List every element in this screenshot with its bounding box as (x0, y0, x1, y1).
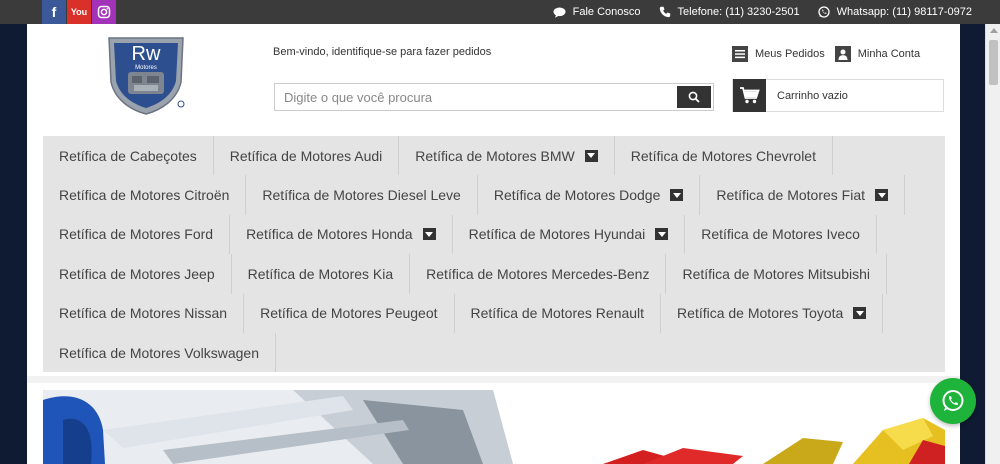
menu-item[interactable]: Retífica de Motores Jeep (43, 254, 232, 294)
youtube-glyph: You (70, 7, 88, 17)
menu-item[interactable]: Retífica de Motores Chevrolet (615, 136, 833, 176)
chevron-down-icon[interactable] (853, 307, 867, 320)
top-links: Fale Conosco Telefone: (11) 3230-2501 Wh… (553, 0, 972, 24)
vertical-scrollbar[interactable] (985, 24, 1000, 464)
chevron-down-icon[interactable] (875, 189, 888, 202)
chevron-down-icon[interactable] (670, 189, 684, 202)
menu-item-label: Retífica de Motores Ford (59, 226, 214, 243)
phone-label: Telefone: (11) 3230-2501 (677, 6, 800, 18)
menu-item[interactable]: Retífica de Motores Fiat (700, 175, 905, 215)
whatsapp-icon (942, 390, 964, 411)
instagram-icon[interactable] (92, 0, 116, 24)
menu-item[interactable]: Retífica de Motores Volkswagen (43, 332, 276, 373)
menu-item-label: Retífica de Motores Honda (246, 226, 413, 243)
account-links: Meus Pedidos Minha Conta (732, 46, 920, 62)
menu-item-label: Retífica de Motores Nissan (59, 305, 228, 322)
chevron-down-icon[interactable] (584, 149, 598, 162)
page-container: Rw Motores Bem-vindo, identifique-se par… (27, 24, 960, 464)
my-orders-label: Meus Pedidos (755, 48, 825, 60)
menu-item-label: Retífica de Cabeçotes (59, 147, 197, 164)
speech-bubble-icon (553, 7, 566, 18)
menu-item[interactable]: Retífica de Motores Hyundai (453, 214, 686, 255)
search-icon (688, 91, 700, 103)
cart-button[interactable]: Carrinho vazio (732, 79, 944, 112)
youtube-icon[interactable]: You (67, 0, 91, 24)
menu-item[interactable]: Retífica de Motores Mercedes-Benz (410, 254, 667, 294)
facebook-icon[interactable]: f (42, 0, 66, 24)
menu-item[interactable]: Retífica de Motores Nissan (43, 293, 245, 333)
menu-item-label: Retífica de Motores Diesel Leve (262, 187, 461, 204)
menu-item-label: Retífica de Motores Jeep (59, 265, 215, 282)
menu-item-label: Retífica de Motores BMW (415, 147, 575, 164)
whatsapp-label: Whatsapp: (11) 98117-0972 (836, 6, 972, 18)
menu-item-label: Retífica de Motores Dodge (493, 187, 661, 204)
menu-item-label: Retífica de Motores Citroën (59, 187, 230, 204)
menu-item-label: Retífica de Motores Mitsubishi (682, 265, 871, 282)
menu-item-label: Retífica de Motores Peugeot (260, 305, 438, 322)
my-account-link[interactable]: Minha Conta (834, 46, 921, 62)
cart-label: Carrinho vazio (777, 89, 848, 102)
search-button[interactable] (677, 86, 711, 108)
chevron-down-icon[interactable] (422, 228, 436, 241)
my-orders-link[interactable]: Meus Pedidos (732, 46, 825, 62)
menu-item-label: Retífica de Motores Chevrolet (630, 147, 816, 164)
facebook-glyph: f (51, 4, 57, 20)
menu-item-label: Retífica de Motores Audi (229, 147, 383, 164)
my-account-label: Minha Conta (857, 48, 921, 60)
menu-item[interactable]: Retífica de Motores BMW (399, 136, 615, 176)
menu-item-label: Retífica de Motores Hyundai (468, 226, 646, 243)
menu-item-label: Retífica de Motores Mercedes-Benz (426, 265, 650, 282)
welcome-text: Bem-vindo, identifique-se para fazer ped… (273, 46, 492, 58)
menu-item[interactable]: Retífica de Motores Audi (214, 136, 400, 176)
menu-item-label: Retífica de Motores Volkswagen (59, 344, 259, 361)
cart-icon (733, 79, 766, 112)
menu-item[interactable]: Retífica de Motores Honda (230, 214, 453, 255)
chevron-down-icon[interactable] (655, 228, 669, 241)
menu-item[interactable]: Retífica de Motores Mitsubishi (666, 254, 888, 294)
logo-shield-icon: Rw Motores (108, 37, 185, 115)
banner-separator (27, 376, 960, 383)
contact-label: Fale Conosco (572, 6, 641, 18)
search-input[interactable] (275, 84, 677, 110)
menu-item[interactable]: Retífica de Motores Iveco (685, 214, 877, 255)
top-bar: f You Fale Conosco Telefone: (11) 3230-2… (0, 0, 1000, 24)
menu-item[interactable]: Retífica de Motores Toyota (661, 293, 884, 333)
scroll-thumb[interactable] (989, 40, 998, 85)
whatsapp-icon (817, 6, 830, 18)
menu-item[interactable]: Retífica de Motores Peugeot (244, 293, 455, 333)
menu-item-label: Retífica de Motores Iveco (701, 226, 860, 243)
logo-text: Rw (132, 43, 161, 65)
category-menu: Retífica de Cabeçotes Retífica de Motores… (43, 136, 945, 373)
banner-image (43, 390, 945, 464)
menu-item[interactable]: Retífica de Motores Kia (232, 254, 411, 294)
menu-item[interactable]: Retífica de Motores Renault (455, 293, 662, 333)
menu-item[interactable]: Retífica de Motores Diesel Leve (246, 175, 478, 215)
menu-item-label: Retífica de Motores Renault (470, 305, 645, 322)
menu-item[interactable]: Retífica de Motores Citroën (43, 175, 247, 215)
menu-item-label: Retífica de Motores Fiat (716, 187, 865, 204)
phone-icon (659, 6, 670, 18)
menu-item-label: Retífica de Motores Kia (247, 265, 394, 282)
list-icon (732, 46, 748, 62)
contact-link[interactable]: Fale Conosco (553, 6, 641, 18)
user-icon (834, 46, 851, 62)
phone-link[interactable]: Telefone: (11) 3230-2501 (659, 6, 800, 18)
menu-item-label: Retífica de Motores Toyota (677, 305, 844, 322)
whatsapp-link[interactable]: Whatsapp: (11) 98117-0972 (817, 6, 972, 18)
menu-item[interactable]: Retífica de Cabeçotes (43, 136, 214, 176)
scroll-up-arrow-icon[interactable] (990, 28, 998, 33)
menu-item[interactable]: Retífica de Motores Dodge (478, 175, 701, 215)
instagram-glyph (97, 5, 111, 19)
logo[interactable]: Rw Motores (105, 34, 187, 116)
menu-item[interactable]: Retífica de Motores Ford (43, 214, 231, 255)
search-bar (274, 83, 714, 111)
hero-banner (43, 390, 945, 464)
whatsapp-float-button[interactable] (930, 378, 976, 424)
logo-subtext: Motores (135, 65, 157, 71)
